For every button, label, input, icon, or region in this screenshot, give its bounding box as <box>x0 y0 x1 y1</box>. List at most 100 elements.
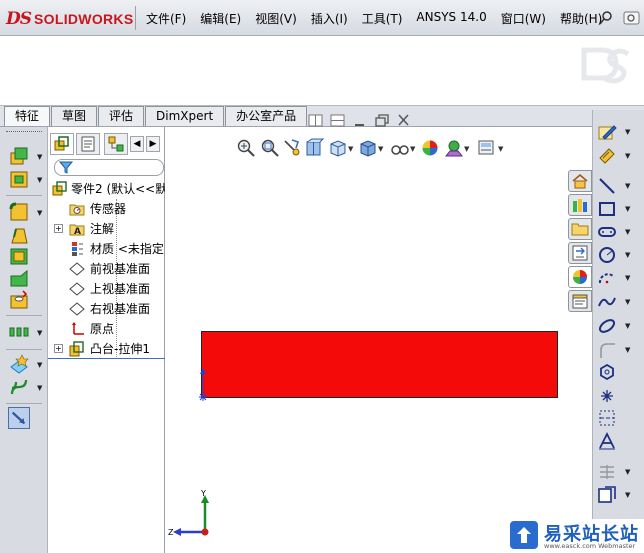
tab-office-products[interactable]: 办公室产品 <box>225 106 308 126</box>
tab-sketch[interactable]: 草图 <box>51 106 98 126</box>
hide-show-items-icon[interactable] <box>390 138 410 158</box>
previous-view-icon[interactable] <box>282 138 302 158</box>
centerline-tool-icon[interactable] <box>597 408 617 428</box>
menu-edit[interactable]: 编辑(E) <box>194 10 247 27</box>
section-view-icon[interactable] <box>304 138 324 158</box>
zoom-to-area-icon[interactable] <box>260 138 280 158</box>
dropdown-arrow-icon[interactable]: ▼ <box>625 251 630 259</box>
expand-toggle-icon[interactable]: + <box>54 224 63 233</box>
zoom-to-fit-icon[interactable] <box>236 138 256 158</box>
extruded-part-body[interactable] <box>201 331 558 398</box>
line-tool-icon[interactable] <box>597 176 617 196</box>
tree-item-front-plane[interactable]: 前视基准面 <box>48 259 165 279</box>
dropdown-arrow-icon[interactable]: ▼ <box>625 228 630 236</box>
property-manager-tab[interactable] <box>76 133 100 155</box>
expand-toggle-icon[interactable]: + <box>54 344 63 353</box>
tree-item-top-plane[interactable]: 上视基准面 <box>48 279 165 299</box>
dropdown-arrow-icon[interactable]: ▼ <box>410 145 415 153</box>
menu-insert[interactable]: 插入(I) <box>305 10 354 27</box>
tree-item-right-plane[interactable]: 右视基准面 <box>48 299 165 319</box>
arc-tool-icon[interactable] <box>597 268 617 288</box>
dropdown-arrow-icon[interactable]: ▼ <box>37 330 43 337</box>
toolbar-grip[interactable] <box>6 131 42 134</box>
view-settings-icon[interactable] <box>476 138 496 158</box>
feature-tree-filter[interactable] <box>54 159 164 176</box>
menu-window[interactable]: 窗口(W) <box>495 10 552 27</box>
close-icon[interactable] <box>394 113 414 129</box>
dropdown-arrow-icon[interactable]: ▼ <box>625 182 630 190</box>
dropdown-arrow-icon[interactable]: ▼ <box>625 468 630 476</box>
appearances-scenes-tab[interactable] <box>568 266 592 288</box>
tree-item-material[interactable]: 材质 <未指定> <box>48 239 165 259</box>
reference-geometry-icon[interactable] <box>8 353 30 375</box>
draft-icon[interactable] <box>8 224 30 246</box>
tab-features[interactable]: 特征 <box>4 106 51 126</box>
menu-file[interactable]: 文件(F) <box>140 10 192 27</box>
dropdown-arrow-icon[interactable]: ▼ <box>625 491 630 499</box>
tile-vertical-icon[interactable] <box>328 113 348 129</box>
sketch-fillet-icon[interactable] <box>597 340 617 360</box>
rollback-bar[interactable] <box>48 358 165 359</box>
dropdown-arrow-icon[interactable]: ▼ <box>625 152 630 160</box>
hole-wizard-icon[interactable] <box>8 289 30 311</box>
file-explorer-tab[interactable] <box>568 218 592 240</box>
menu-view[interactable]: 视图(V) <box>249 10 303 27</box>
dropdown-arrow-icon[interactable]: ▼ <box>625 274 630 282</box>
dropdown-arrow-icon[interactable]: ▼ <box>37 362 43 369</box>
tab-scroll-right-icon[interactable]: ▶ <box>146 136 160 152</box>
ellipse-tool-icon[interactable] <box>597 316 617 336</box>
display-style-icon[interactable] <box>358 138 378 158</box>
dropdown-arrow-icon[interactable]: ▼ <box>625 298 630 306</box>
smart-dimension-icon[interactable] <box>597 146 617 166</box>
extruded-boss-icon[interactable] <box>8 145 30 167</box>
view-palette-tab[interactable] <box>568 242 592 264</box>
tree-item-boss-extrude1[interactable]: + 凸台-拉伸1 <box>48 339 165 359</box>
extruded-cut-icon[interactable] <box>8 168 30 190</box>
custom-properties-tab[interactable] <box>568 290 592 312</box>
dropdown-arrow-icon[interactable]: ▼ <box>464 145 469 153</box>
rib-icon[interactable] <box>8 267 30 289</box>
sketch-icon[interactable] <box>597 122 617 142</box>
dropdown-arrow-icon[interactable]: ▼ <box>37 154 43 161</box>
minimize-icon[interactable] <box>350 113 370 129</box>
view-orientation-icon[interactable] <box>328 138 348 158</box>
polygon-tool-icon[interactable] <box>597 362 617 382</box>
apply-scene-icon[interactable] <box>444 138 464 158</box>
shell-icon[interactable] <box>8 245 30 267</box>
tab-evaluate[interactable]: 评估 <box>98 106 145 126</box>
tree-root-part[interactable]: 零件2 (默认<<默认>_显示状态 1>) <box>48 179 165 199</box>
pin-icon[interactable] <box>599 11 613 25</box>
dropdown-arrow-icon[interactable]: ▼ <box>378 145 383 153</box>
dropdown-arrow-icon[interactable]: ▼ <box>37 385 43 392</box>
dropdown-arrow-icon[interactable]: ▼ <box>37 177 43 184</box>
tree-item-sensors[interactable]: 传感器 <box>48 199 165 219</box>
menu-tools[interactable]: 工具(T) <box>356 10 409 27</box>
dropdown-arrow-icon[interactable]: ▼ <box>625 322 630 330</box>
fillet-icon[interactable] <box>8 201 30 223</box>
instant3d-icon[interactable] <box>8 407 30 429</box>
rectangle-tool-icon[interactable] <box>597 199 617 219</box>
design-library-tab[interactable] <box>568 194 592 216</box>
point-tool-icon[interactable] <box>597 386 617 406</box>
restore-icon[interactable] <box>372 113 392 129</box>
tile-horizontal-icon[interactable] <box>306 113 326 129</box>
dropdown-arrow-icon[interactable]: ▼ <box>625 128 630 136</box>
tab-dimxpert[interactable]: DimXpert <box>145 106 225 126</box>
help-search-icon[interactable] <box>623 10 641 26</box>
tree-item-origin[interactable]: 原点 <box>48 319 165 339</box>
tree-item-annotations[interactable]: + A 注解 <box>48 219 165 239</box>
configuration-manager-tab[interactable] <box>104 133 128 155</box>
feature-tree-tab[interactable] <box>50 133 74 155</box>
curves-icon[interactable] <box>8 376 30 398</box>
circle-tool-icon[interactable] <box>597 245 617 265</box>
convert-entities-icon[interactable] <box>597 485 617 505</box>
tab-scroll-left-icon[interactable]: ◀ <box>130 136 144 152</box>
edit-appearance-icon[interactable] <box>420 138 440 158</box>
slot-tool-icon[interactable] <box>597 222 617 242</box>
dropdown-arrow-icon[interactable]: ▼ <box>625 346 630 354</box>
solidworks-resources-tab[interactable] <box>568 170 592 192</box>
dropdown-arrow-icon[interactable]: ▼ <box>37 210 43 217</box>
trim-entities-icon[interactable] <box>597 462 617 482</box>
dropdown-arrow-icon[interactable]: ▼ <box>498 145 503 153</box>
dropdown-arrow-icon[interactable]: ▼ <box>625 205 630 213</box>
